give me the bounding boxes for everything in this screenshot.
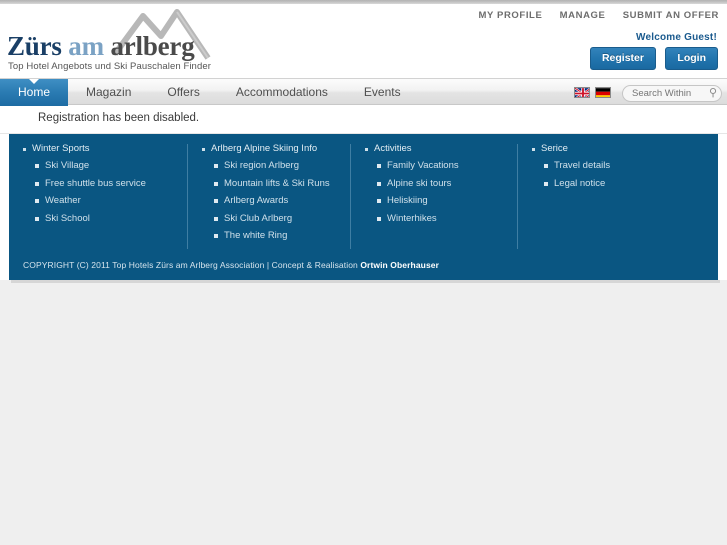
page-container: Zürs am arlberg Top Hotel Angebots und S… xyxy=(0,4,727,283)
footer-link-ski-club-arlberg[interactable]: Ski Club Arlberg xyxy=(202,213,340,224)
footer-link-arlberg-awards[interactable]: Arlberg Awards xyxy=(202,195,340,206)
footer-link-travel-details[interactable]: Travel details xyxy=(532,160,698,171)
footer-link-weather[interactable]: Weather xyxy=(23,195,177,206)
site-footer: Winter Sports Ski Village Free shuttle b… xyxy=(9,134,720,283)
logo-word-1: Zürs xyxy=(7,31,62,61)
footer-link-ski-village[interactable]: Ski Village xyxy=(23,160,177,171)
footer-link-free-shuttle-bus-service[interactable]: Free shuttle bus service xyxy=(23,178,177,189)
register-button[interactable]: Register xyxy=(589,47,656,70)
nav-item-events[interactable]: Events xyxy=(346,79,419,106)
auth-buttons: Register Login xyxy=(585,47,718,70)
footer-link-ski-region-arlberg[interactable]: Ski region Arlberg xyxy=(202,160,340,171)
footer-link-winterhikes[interactable]: Winterhikes xyxy=(365,213,507,224)
footer-link-legal-notice[interactable]: Legal notice xyxy=(532,178,698,189)
flag-de-icon[interactable] xyxy=(595,87,611,98)
site-header: Zürs am arlberg Top Hotel Angebots und S… xyxy=(0,4,727,78)
utility-link-my-profile[interactable]: MY PROFILE xyxy=(479,10,543,21)
footer-shadow xyxy=(11,279,720,283)
footer-link-heliskiing[interactable]: Heliskiing xyxy=(365,195,507,206)
nav-right-tools: ⚲ xyxy=(574,79,722,106)
footer-link-family-vacations[interactable]: Family Vacations xyxy=(365,160,507,171)
nav-item-accommodations[interactable]: Accommodations xyxy=(218,79,346,106)
logo-word-2: am xyxy=(68,31,104,61)
footer-column-arlberg-alpine-skiing-info: Arlberg Alpine Skiing Info Ski region Ar… xyxy=(187,143,350,249)
welcome-message: Welcome Guest! xyxy=(636,32,717,43)
utility-link-manage[interactable]: MANAGE xyxy=(560,10,606,21)
footer-columns: Winter Sports Ski Village Free shuttle b… xyxy=(9,143,718,257)
footer-link-the-white-ring[interactable]: The white Ring xyxy=(202,230,340,241)
footer-column-winter-sports: Winter Sports Ski Village Free shuttle b… xyxy=(9,143,187,249)
main-navigation: Home Magazin Offers Accommodations Event… xyxy=(0,78,727,106)
site-logo[interactable]: Zürs am arlberg Top Hotel Angebots und S… xyxy=(5,8,215,72)
registration-notice: Registration has been disabled. xyxy=(38,112,200,124)
footer-column-serice: Serice Travel details Legal notice xyxy=(517,143,708,249)
logo-wordmark: Zürs am arlberg xyxy=(7,33,195,60)
logo-word-3: arlberg xyxy=(110,31,195,61)
flag-en-icon[interactable] xyxy=(574,87,590,98)
nav-item-offers[interactable]: Offers xyxy=(149,79,217,106)
copyright-author: Ortwin Oberhauser xyxy=(360,259,440,270)
footer-link-ski-school[interactable]: Ski School xyxy=(23,213,177,224)
main-content: Registration has been disabled. xyxy=(0,105,727,134)
search-box: ⚲ xyxy=(622,83,722,102)
footer-column-activities: Activities Family Vacations Alpine ski t… xyxy=(350,143,517,249)
copyright-line: COPYRIGHT (C) 2011 Top Hotels Zürs am Ar… xyxy=(9,257,718,280)
nav-item-magazin[interactable]: Magazin xyxy=(68,79,149,106)
utility-nav: MY PROFILE MANAGE SUBMIT AN OFFER xyxy=(465,10,719,21)
footer-link-mountain-lifts-ski-runs[interactable]: Mountain lifts & Ski Runs xyxy=(202,178,340,189)
utility-link-submit-an-offer[interactable]: SUBMIT AN OFFER xyxy=(623,10,719,21)
search-input[interactable] xyxy=(622,85,722,102)
footer-heading-activities[interactable]: Activities xyxy=(365,143,507,154)
footer-heading-arlberg-alpine-skiing-info[interactable]: Arlberg Alpine Skiing Info xyxy=(202,143,340,154)
nav-item-home[interactable]: Home xyxy=(0,79,69,106)
main-nav-items: Home Magazin Offers Accommodations Event… xyxy=(0,79,419,106)
footer-heading-serice[interactable]: Serice xyxy=(532,143,698,154)
footer-heading-winter-sports[interactable]: Winter Sports xyxy=(23,143,177,154)
copyright-text: COPYRIGHT (C) 2011 Top Hotels Zürs am Ar… xyxy=(23,259,361,270)
footer-link-alpine-ski-tours[interactable]: Alpine ski tours xyxy=(365,178,507,189)
login-button[interactable]: Login xyxy=(665,47,718,70)
logo-tagline: Top Hotel Angebots und Ski Pauschalen Fi… xyxy=(8,61,211,72)
